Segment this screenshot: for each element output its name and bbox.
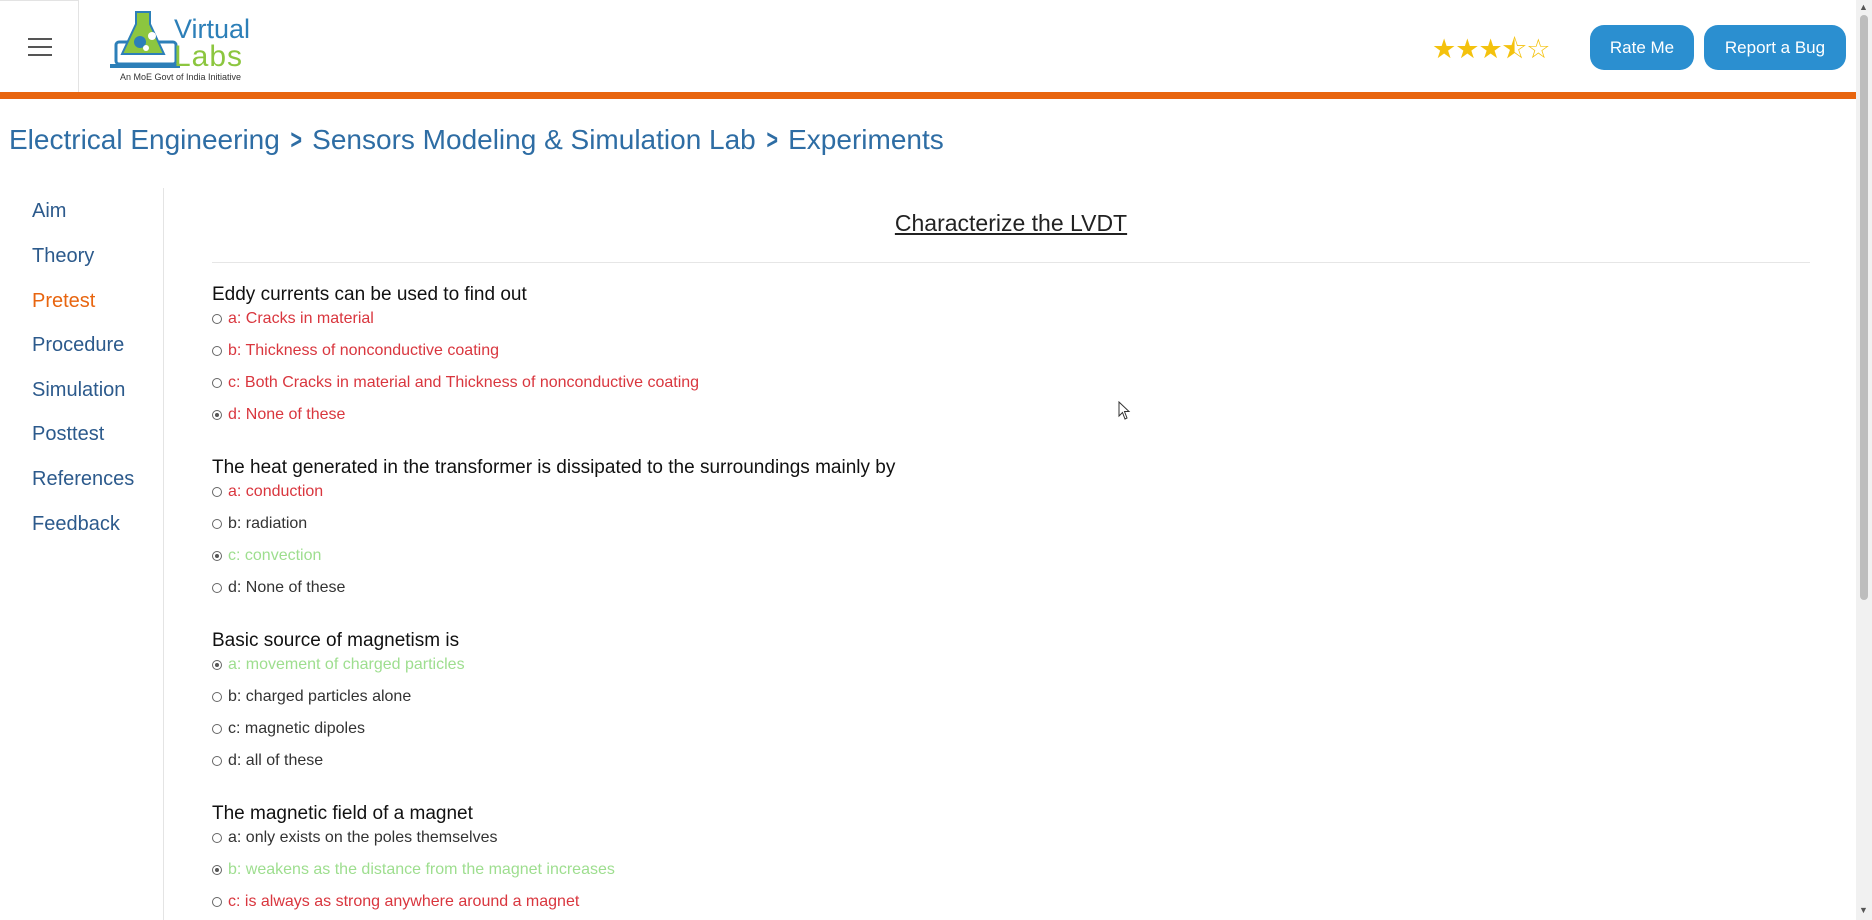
answer-option[interactable]: d: None of these bbox=[212, 406, 345, 424]
breadcrumb-lab[interactable]: Sensors Modeling & Simulation Lab bbox=[312, 124, 756, 155]
question-text: The magnetic field of a magnet bbox=[212, 803, 473, 824]
option-label: b: charged particles alone bbox=[228, 688, 412, 705]
radio-button[interactable] bbox=[212, 724, 222, 734]
question-text: The heat generated in the transformer is… bbox=[212, 457, 896, 478]
scroll-down-arrow-icon[interactable]: ▼ bbox=[1859, 905, 1868, 915]
breadcrumb-experiments[interactable]: Experiments bbox=[788, 124, 944, 155]
top-header: Virtual Labs An MoE Govt of India Initia… bbox=[0, 0, 1856, 94]
breadcrumb: Electrical Engineering > Sensors Modeling … bbox=[9, 124, 944, 156]
radio-button[interactable] bbox=[212, 519, 222, 529]
radio-button[interactable] bbox=[212, 314, 222, 324]
option-label: d: None of these bbox=[228, 406, 346, 423]
rating-stars[interactable]: ★★★⯪☆ bbox=[1432, 30, 1550, 64]
sidebar-item-posttest[interactable]: Posttest bbox=[32, 423, 104, 446]
radio-button[interactable] bbox=[212, 897, 222, 907]
option-label: b: Thickness of nonconductive coating bbox=[228, 342, 499, 359]
option-label: a: only exists on the poles themselves bbox=[228, 829, 498, 846]
answer-option[interactable]: c: Both Cracks in material and Thickness… bbox=[212, 374, 699, 392]
answer-option[interactable]: a: movement of charged particles bbox=[212, 656, 465, 674]
page-scrollbar[interactable]: ▲ ▼ bbox=[1856, 0, 1872, 920]
radio-button[interactable] bbox=[212, 487, 222, 497]
breadcrumb-discipline[interactable]: Electrical Engineering bbox=[9, 124, 280, 155]
sidebar-item-aim[interactable]: Aim bbox=[32, 200, 66, 223]
star-full-icon[interactable]: ★ bbox=[1478, 34, 1502, 64]
star-full-icon[interactable]: ★ bbox=[1455, 34, 1479, 64]
option-label: b: weakens as the distance from the magn… bbox=[228, 861, 615, 878]
option-label: c: Both Cracks in material and Thickness… bbox=[228, 374, 700, 391]
radio-button[interactable] bbox=[212, 692, 222, 702]
question-text: Basic source of magnetism is bbox=[212, 630, 460, 651]
logo-text-labs: Labs bbox=[174, 40, 244, 73]
report-bug-button[interactable]: Report a Bug bbox=[1704, 25, 1846, 70]
answer-option[interactable]: a: conduction bbox=[212, 483, 323, 501]
answer-option[interactable]: d: all of these bbox=[212, 752, 323, 770]
experiment-title: Characterize the LVDT bbox=[894, 210, 1128, 236]
scrollbar-thumb[interactable] bbox=[1860, 15, 1868, 600]
radio-button[interactable] bbox=[212, 865, 222, 875]
star-empty-icon[interactable]: ☆ bbox=[1526, 34, 1550, 64]
header-accent-bar bbox=[0, 92, 1856, 99]
question-text: Eddy currents can be used to find out bbox=[212, 284, 527, 305]
sidebar-item-procedure[interactable]: Procedure bbox=[32, 334, 124, 357]
radio-button[interactable] bbox=[212, 660, 222, 670]
sidebar-item-theory[interactable]: Theory bbox=[32, 245, 94, 268]
virtual-labs-logo[interactable]: Virtual Labs An MoE Govt of India Initia… bbox=[106, 6, 266, 86]
sidebar-item-references[interactable]: References bbox=[32, 468, 134, 491]
menu-container bbox=[0, 0, 79, 92]
sidebar-item-simulation[interactable]: Simulation bbox=[32, 379, 125, 402]
option-label: c: convection bbox=[228, 547, 322, 564]
chevron-right-icon: > bbox=[290, 124, 302, 155]
radio-button[interactable] bbox=[212, 551, 222, 561]
radio-button[interactable] bbox=[212, 378, 222, 388]
radio-button[interactable] bbox=[212, 410, 222, 420]
option-label: c: is always as strong anywhere around a… bbox=[228, 893, 580, 910]
answer-option[interactable]: c: is always as strong anywhere around a… bbox=[212, 893, 579, 911]
answer-option[interactable]: b: Thickness of nonconductive coating bbox=[212, 342, 499, 360]
sidebar-item-feedback[interactable]: Feedback bbox=[32, 513, 120, 536]
chevron-right-icon: > bbox=[766, 124, 778, 155]
logo-tagline: An MoE Govt of India Initiative bbox=[120, 72, 242, 82]
option-label: d: all of these bbox=[228, 752, 324, 769]
answer-option[interactable]: a: only exists on the poles themselves bbox=[212, 829, 497, 847]
experiment-sidebar: Aim Theory Pretest Procedure Simulation … bbox=[0, 188, 164, 920]
title-divider bbox=[212, 262, 1810, 263]
radio-button[interactable] bbox=[212, 756, 222, 766]
mouse-pointer-icon bbox=[1118, 401, 1131, 420]
radio-button[interactable] bbox=[212, 583, 222, 593]
answer-option[interactable]: b: charged particles alone bbox=[212, 688, 411, 706]
option-label: c: magnetic dipoles bbox=[228, 720, 365, 737]
rate-me-button[interactable]: Rate Me bbox=[1590, 25, 1694, 70]
option-label: b: radiation bbox=[228, 515, 308, 532]
flask-logo-icon bbox=[110, 11, 180, 68]
answer-option[interactable]: a: Cracks in material bbox=[212, 310, 374, 328]
radio-button[interactable] bbox=[212, 833, 222, 843]
answer-option[interactable]: c: convection bbox=[212, 547, 321, 565]
star-full-icon[interactable]: ★ bbox=[1432, 34, 1456, 64]
option-label: a: Cracks in material bbox=[228, 310, 374, 327]
answer-option[interactable]: c: magnetic dipoles bbox=[212, 720, 365, 738]
option-label: a: conduction bbox=[228, 483, 324, 500]
option-label: d: None of these bbox=[228, 579, 346, 596]
answer-option[interactable]: d: None of these bbox=[212, 579, 345, 597]
sidebar-item-pretest[interactable]: Pretest bbox=[32, 290, 95, 313]
hamburger-menu-icon[interactable] bbox=[28, 38, 52, 56]
scroll-up-arrow-icon[interactable]: ▲ bbox=[1859, 2, 1868, 12]
answer-option[interactable]: b: radiation bbox=[212, 515, 307, 533]
star-half-icon[interactable]: ⯪ bbox=[1502, 34, 1528, 64]
radio-button[interactable] bbox=[212, 346, 222, 356]
option-label: a: movement of charged particles bbox=[228, 656, 465, 673]
answer-option[interactable]: b: weakens as the distance from the magn… bbox=[212, 861, 615, 879]
